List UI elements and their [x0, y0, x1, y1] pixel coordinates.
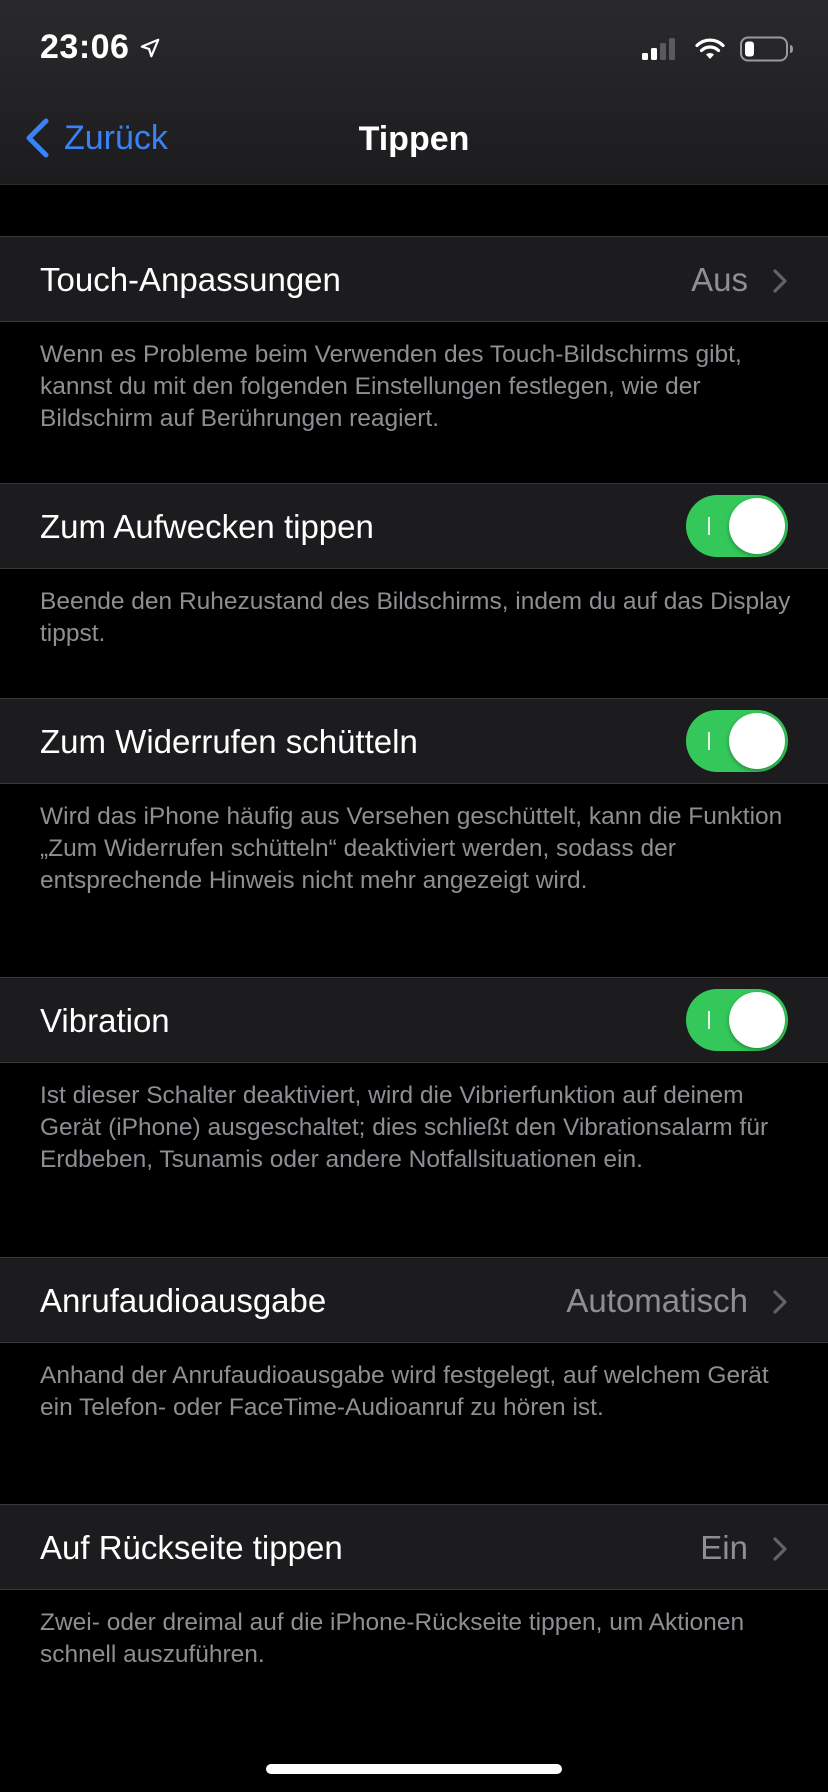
battery-icon: [740, 36, 793, 62]
chevron-right-icon: [773, 1290, 787, 1314]
vibration-row: Vibration: [0, 977, 828, 1063]
status-icons: [640, 36, 794, 62]
toggle-knob: [729, 498, 785, 554]
row-label: Zum Widerrufen schütteln: [40, 723, 418, 760]
touch-accommodations-row[interactable]: Touch-Anpassungen Aus: [0, 236, 828, 322]
row-label: Touch-Anpassungen: [40, 261, 341, 298]
row-label: Anrufaudioausgabe: [40, 1282, 327, 1319]
shake-to-undo-toggle[interactable]: [686, 710, 788, 772]
shake-to-undo-footer: Wird das iPhone häufig aus Versehen gesc…: [40, 803, 783, 894]
cellular-signal-icon: [642, 38, 675, 60]
chevron-right-icon: [773, 1537, 787, 1561]
tap-to-wake-row: Zum Aufwecken tippen: [0, 483, 828, 569]
page-title: Tippen: [358, 120, 470, 158]
wifi-icon: [695, 38, 725, 59]
row-value: Automatisch: [566, 1282, 748, 1319]
touch-accommodations-footer: Wenn es Probleme beim Verwenden des Touc…: [40, 341, 742, 432]
call-audio-routing-footer: Anhand der Anrufaudioausgabe wird festge…: [40, 1362, 769, 1421]
vibration-toggle[interactable]: [686, 989, 788, 1051]
toggle-on-indicator: [708, 732, 710, 750]
toggle-knob: [729, 992, 785, 1048]
tap-to-wake-footer: Beende den Ruhezustand des Bildschirms, …: [40, 588, 791, 647]
row-label: Zum Aufwecken tippen: [40, 508, 374, 545]
row-label: Auf Rückseite tippen: [40, 1529, 343, 1566]
back-tap-footer: Zwei- oder dreimal auf die iPhone-Rückse…: [40, 1609, 745, 1668]
row-value: Ein: [700, 1529, 748, 1566]
back-tap-row[interactable]: Auf Rückseite tippen Ein: [0, 1504, 828, 1590]
shake-to-undo-row: Zum Widerrufen schütteln: [0, 698, 828, 784]
navigation-bar: Zurück Tippen: [0, 96, 828, 184]
toggle-on-indicator: [708, 517, 710, 535]
status-time: 23:06: [40, 28, 130, 66]
status-time-group: 23:06: [40, 28, 161, 67]
row-label: Vibration: [40, 1002, 170, 1039]
home-indicator[interactable]: [266, 1764, 562, 1774]
status-bar: 23:06: [0, 0, 828, 96]
chevron-right-icon: [773, 269, 787, 293]
location-arrow-icon: [141, 38, 160, 57]
top-bar: 23:06 Zurück Tippen: [0, 0, 828, 185]
vibration-footer: Ist dieser Schalter deaktiviert, wird di…: [40, 1082, 769, 1173]
toggle-on-indicator: [708, 1011, 710, 1029]
tap-to-wake-toggle[interactable]: [686, 495, 788, 557]
row-value: Aus: [691, 261, 748, 298]
toggle-knob: [729, 713, 785, 769]
call-audio-routing-row[interactable]: Anrufaudioausgabe Automatisch: [0, 1257, 828, 1343]
